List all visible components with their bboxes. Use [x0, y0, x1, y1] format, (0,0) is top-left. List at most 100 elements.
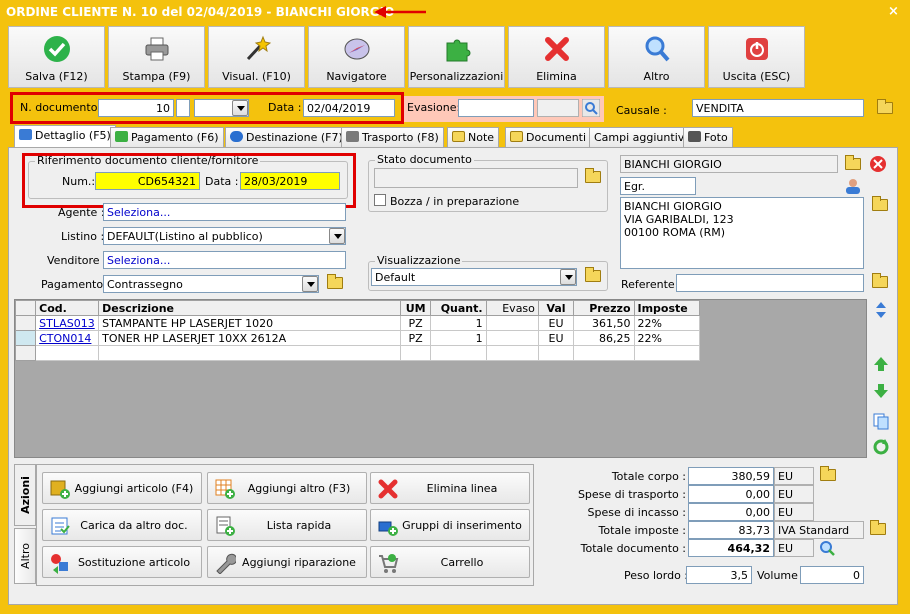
referente-field[interactable]	[676, 274, 864, 292]
cell-currency[interactable]: EU	[537, 330, 575, 346]
item-code-link[interactable]: CTON014	[39, 332, 91, 345]
ndoc-suffix-field[interactable]	[176, 99, 190, 117]
chevron-down-icon[interactable]	[329, 228, 345, 244]
cell-empty[interactable]	[98, 345, 402, 361]
bozza-checkbox[interactable]	[374, 194, 386, 206]
column-header[interactable]: Descrizione	[98, 300, 402, 316]
cell-evaso[interactable]	[485, 330, 539, 346]
cell-quantity[interactable]: 1	[430, 330, 487, 346]
folder-icon[interactable]	[818, 466, 838, 484]
customize-button[interactable]: Personalizzazioni	[408, 26, 505, 88]
item-code-link[interactable]: STLAS013	[39, 317, 95, 330]
refresh-icon[interactable]	[872, 438, 890, 456]
folder-icon[interactable]	[870, 273, 890, 291]
delete-button[interactable]: Elimina	[508, 26, 605, 88]
delete-icon[interactable]	[869, 155, 887, 173]
cell-empty[interactable]	[573, 345, 635, 361]
add-repair-button[interactable]: Aggiungi riparazione	[207, 546, 367, 578]
chevron-down-icon[interactable]	[232, 100, 248, 116]
cell-description[interactable]: STAMPANTE HP LASERJET 1020	[98, 315, 402, 331]
listino-select[interactable]: DEFAULT(Listino al pubblico)	[103, 227, 346, 245]
copy-icon[interactable]	[872, 412, 890, 430]
spese-trasporto-field[interactable]: 0,00	[688, 485, 774, 503]
column-header[interactable]: Imposte	[633, 300, 700, 316]
column-header[interactable]: Cod.	[35, 300, 100, 316]
row-header[interactable]	[14, 345, 37, 361]
table-row-empty[interactable]	[14, 345, 700, 361]
folder-icon[interactable]	[325, 274, 345, 292]
tab-azioni[interactable]: Azioni	[14, 464, 36, 526]
cell-empty[interactable]	[400, 345, 432, 361]
agente-field[interactable]: Seleziona...	[103, 203, 346, 221]
tab-altro[interactable]: Altro	[14, 528, 36, 584]
add-other-button[interactable]: Aggiungi altro (F3)	[207, 472, 367, 504]
tab-pagamento[interactable]: Pagamento (F6)	[110, 127, 224, 147]
row-header[interactable]	[14, 315, 37, 331]
cell-empty[interactable]	[485, 345, 539, 361]
cell-code[interactable]: STLAS013	[35, 315, 100, 331]
rif-date-field[interactable]: 28/03/2019	[240, 172, 340, 190]
tab-note[interactable]: Note	[447, 127, 500, 147]
tab-documenti[interactable]: Documenti	[505, 127, 592, 147]
chevron-down-icon[interactable]	[560, 269, 576, 285]
tab-destinazione[interactable]: Destinazione (F7)	[225, 127, 348, 147]
spese-incasso-field[interactable]: 0,00	[688, 503, 774, 521]
customer-address-field[interactable]: BIANCHI GIORGIO VIA GARIBALDI, 123 00100…	[620, 197, 864, 269]
causale-field[interactable]: VENDITA	[692, 99, 864, 117]
customer-title-field[interactable]: Egr.	[620, 177, 696, 195]
column-header[interactable]: Evaso	[485, 300, 539, 316]
cell-um[interactable]: PZ	[400, 315, 432, 331]
ndoc-field[interactable]: 10	[98, 99, 174, 117]
table-row[interactable]: STLAS013 STAMPANTE HP LASERJET 1020 PZ 1…	[14, 315, 700, 331]
folder-icon[interactable]	[843, 155, 863, 173]
folder-icon[interactable]	[875, 99, 895, 117]
load-from-doc-button[interactable]: Carica da altro doc.	[42, 509, 202, 541]
cell-currency[interactable]: EU	[537, 315, 575, 331]
search-icon[interactable]	[818, 539, 836, 557]
pagamento-select[interactable]: Contrassegno	[103, 275, 319, 293]
tab-trasporto[interactable]: Trasporto (F8)	[341, 127, 444, 147]
cell-empty[interactable]	[633, 345, 700, 361]
column-header[interactable]: Val	[537, 300, 575, 316]
tab-campi-aggiuntivi[interactable]: Campi aggiuntivi	[589, 127, 693, 147]
row-header[interactable]	[14, 330, 37, 346]
cell-um[interactable]: PZ	[400, 330, 432, 346]
navigator-button[interactable]: Navigatore	[308, 26, 405, 88]
search-icon[interactable]	[582, 99, 600, 117]
insert-groups-button[interactable]: Gruppi di inserimento	[370, 509, 530, 541]
column-header[interactable]: Prezzo	[573, 300, 635, 316]
cell-empty[interactable]	[35, 345, 100, 361]
add-item-button[interactable]: Aggiungi articolo (F4)	[42, 472, 202, 504]
move-up-icon[interactable]	[872, 355, 890, 373]
cell-empty[interactable]	[430, 345, 487, 361]
cell-quantity[interactable]: 1	[430, 315, 487, 331]
date-field[interactable]: 02/04/2019	[303, 99, 395, 117]
delete-line-button[interactable]: Elimina linea	[370, 472, 530, 504]
cell-code[interactable]: CTON014	[35, 330, 100, 346]
exit-button[interactable]: Uscita (ESC)	[708, 26, 805, 88]
table-row[interactable]: CTON014 TONER HP LASERJET 10XX 2612A PZ …	[14, 330, 700, 346]
column-header[interactable]: Quant.	[430, 300, 487, 316]
cell-price[interactable]: 361,50	[573, 315, 635, 331]
folder-icon[interactable]	[870, 196, 890, 214]
close-icon[interactable]: ×	[888, 4, 899, 19]
replace-item-button[interactable]: Sostituzione articolo	[42, 546, 202, 578]
cart-button[interactable]: Carrello	[370, 546, 530, 578]
save-button[interactable]: Salva (F12)	[8, 26, 105, 88]
volume-field[interactable]: 0	[800, 566, 864, 584]
rif-num-field[interactable]: CD654321	[95, 172, 200, 190]
folder-icon[interactable]	[868, 520, 888, 538]
cell-evaso[interactable]	[485, 315, 539, 331]
venditore-field[interactable]: Seleziona...	[103, 251, 346, 269]
quick-list-button[interactable]: Lista rapida	[207, 509, 367, 541]
print-button[interactable]: Stampa (F9)	[108, 26, 205, 88]
cell-description[interactable]: TONER HP LASERJET 10XX 2612A	[98, 330, 402, 346]
tab-foto[interactable]: Foto	[683, 127, 733, 147]
contact-icon[interactable]	[843, 177, 863, 195]
peso-lordo-field[interactable]: 3,5	[686, 566, 752, 584]
cell-tax[interactable]: 22%	[633, 315, 700, 331]
reorder-icon[interactable]	[872, 301, 890, 319]
folder-icon[interactable]	[583, 168, 603, 186]
cell-price[interactable]: 86,25	[573, 330, 635, 346]
tab-dettaglio[interactable]: Dettaglio (F5)	[14, 125, 116, 148]
